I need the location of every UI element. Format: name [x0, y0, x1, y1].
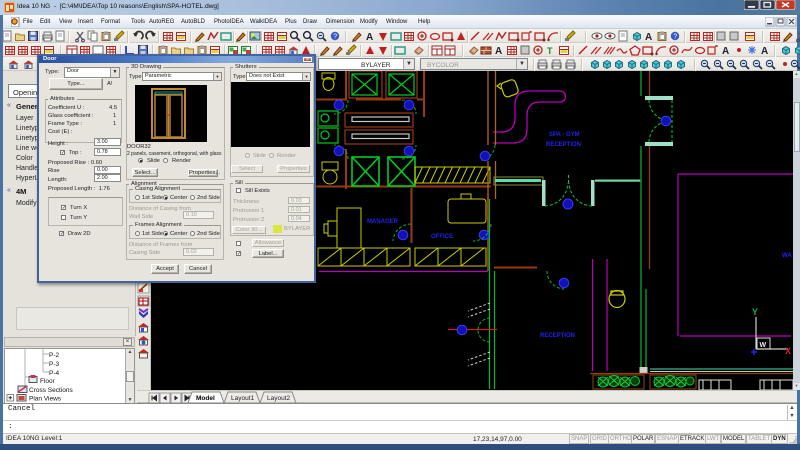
svg-text:W: W [760, 342, 767, 349]
svg-text:MANAGER: MANAGER [367, 219, 399, 225]
svg-text:RECEPTION: RECEPTION [546, 142, 581, 148]
svg-text:OFFICE: OFFICE [431, 234, 453, 240]
svg-text:Model: Model [196, 395, 215, 402]
svg-text:Floor: Floor [40, 378, 56, 385]
svg-text:Cross Sections: Cross Sections [29, 387, 73, 394]
svg-text:Layout2: Layout2 [267, 395, 291, 402]
svg-text:RECEPTION: RECEPTION [540, 333, 575, 339]
svg-text:SPA - GYM: SPA - GYM [549, 132, 580, 138]
svg-text:Y: Y [752, 307, 758, 317]
svg-text:X: X [785, 346, 791, 356]
svg-text:Layout1: Layout1 [231, 395, 255, 402]
svg-text:WA: WA [782, 253, 792, 259]
svg-text:P-3: P-3 [49, 361, 60, 368]
svg-text:Plan Views: Plan Views [29, 396, 62, 403]
svg-text:P-2: P-2 [49, 352, 60, 359]
svg-text:P-4: P-4 [49, 370, 60, 377]
